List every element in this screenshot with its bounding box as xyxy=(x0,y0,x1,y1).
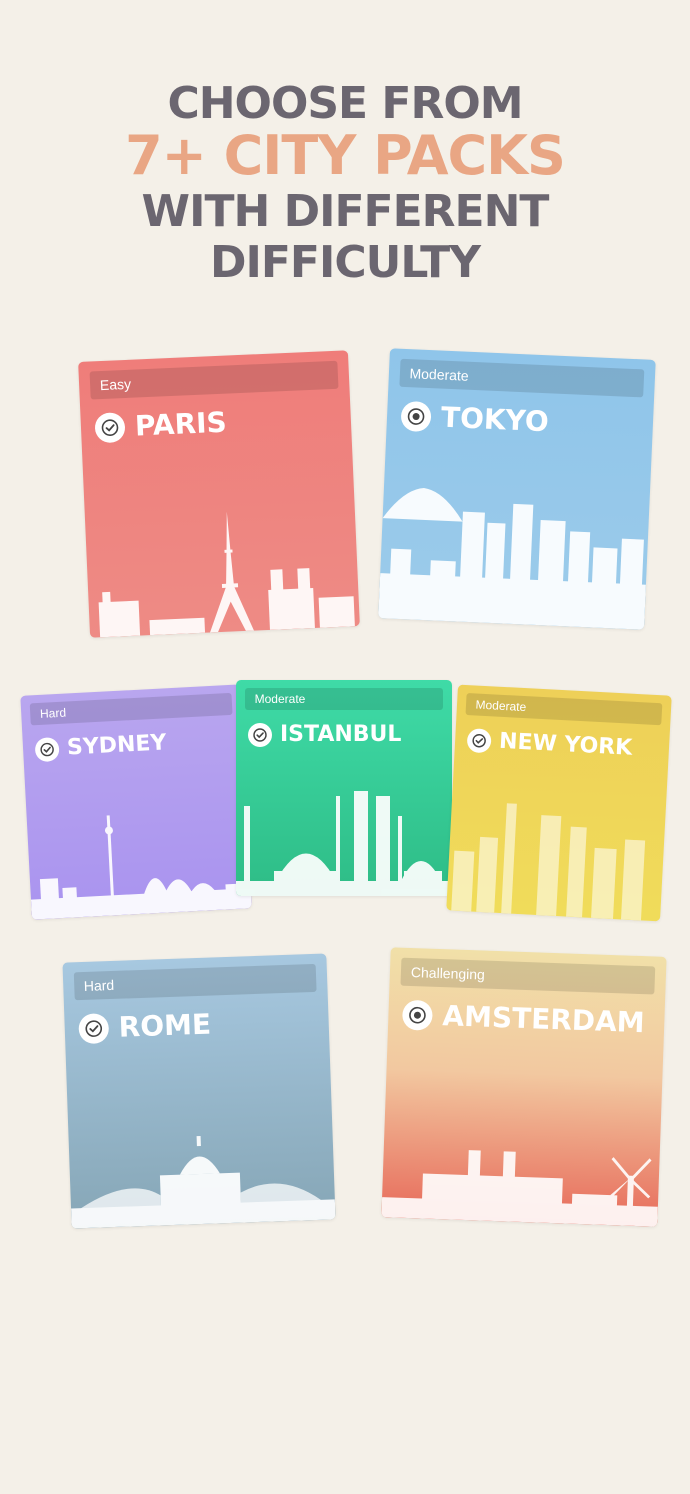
city-name: SYDNEY xyxy=(66,730,168,761)
city-name: TOKYO xyxy=(440,400,550,439)
headline-line-2: 7+ CITY PACKS xyxy=(125,124,566,187)
target-circle-icon xyxy=(400,400,432,432)
check-circle-icon xyxy=(94,411,126,443)
city-title: AMSTERDAM xyxy=(401,998,646,1040)
difficulty-label: Moderate xyxy=(465,692,663,726)
city-pack-card-paris[interactable]: Easy PARIS xyxy=(78,350,360,638)
city-pack-card-sydney[interactable]: Hard SYDNEY xyxy=(20,684,252,920)
rome-skyline-illustration xyxy=(71,1135,336,1229)
target-circle-icon xyxy=(401,999,433,1031)
city-title: SYDNEY xyxy=(34,730,167,762)
sydney-skyline-illustration xyxy=(30,815,252,920)
city-pack-card-istanbul[interactable]: Moderate ISTANBUL xyxy=(236,680,452,896)
difficulty-label: Hard xyxy=(29,692,233,726)
city-pack-card-amsterdam[interactable]: Challenging AMSTERDAM xyxy=(381,947,667,1227)
city-name: PARIS xyxy=(134,405,228,443)
difficulty-label: Moderate xyxy=(244,688,444,710)
istanbul-skyline-illustration xyxy=(236,791,452,896)
city-name: NEW YORK xyxy=(498,728,633,761)
tokyo-skyline-illustration xyxy=(378,487,646,630)
newyork-skyline-illustration xyxy=(451,803,646,921)
city-title: ROME xyxy=(78,1007,212,1046)
difficulty-label: Easy xyxy=(89,360,339,400)
city-title: PARIS xyxy=(94,406,227,445)
city-name: ROME xyxy=(118,1007,212,1044)
check-circle-icon xyxy=(34,736,60,762)
check-circle-icon xyxy=(248,722,272,747)
city-title: TOKYO xyxy=(400,399,549,438)
headline-line-1: CHOOSE FROM xyxy=(167,78,523,129)
city-pack-card-tokyo[interactable]: Moderate TOKYO xyxy=(378,348,656,630)
amsterdam-skyline-illustration xyxy=(381,1150,658,1227)
difficulty-label: Challenging xyxy=(400,957,656,995)
city-pack-card-newyork[interactable]: Moderate NEW YORK xyxy=(446,684,672,922)
city-title: ISTANBUL xyxy=(248,722,401,747)
city-name: AMSTERDAM xyxy=(441,999,646,1040)
check-circle-icon xyxy=(78,1012,110,1044)
paris-skyline-illustration xyxy=(98,511,355,638)
difficulty-label: Hard xyxy=(73,963,318,1001)
difficulty-label: Moderate xyxy=(398,358,645,398)
city-title: NEW YORK xyxy=(466,727,633,761)
check-circle-icon xyxy=(466,727,492,753)
city-name: ISTANBUL xyxy=(280,722,402,747)
city-pack-card-rome[interactable]: Hard ROME xyxy=(62,953,336,1229)
headline-line-3: WITH DIFFERENT DIFFICULTY xyxy=(141,186,550,288)
